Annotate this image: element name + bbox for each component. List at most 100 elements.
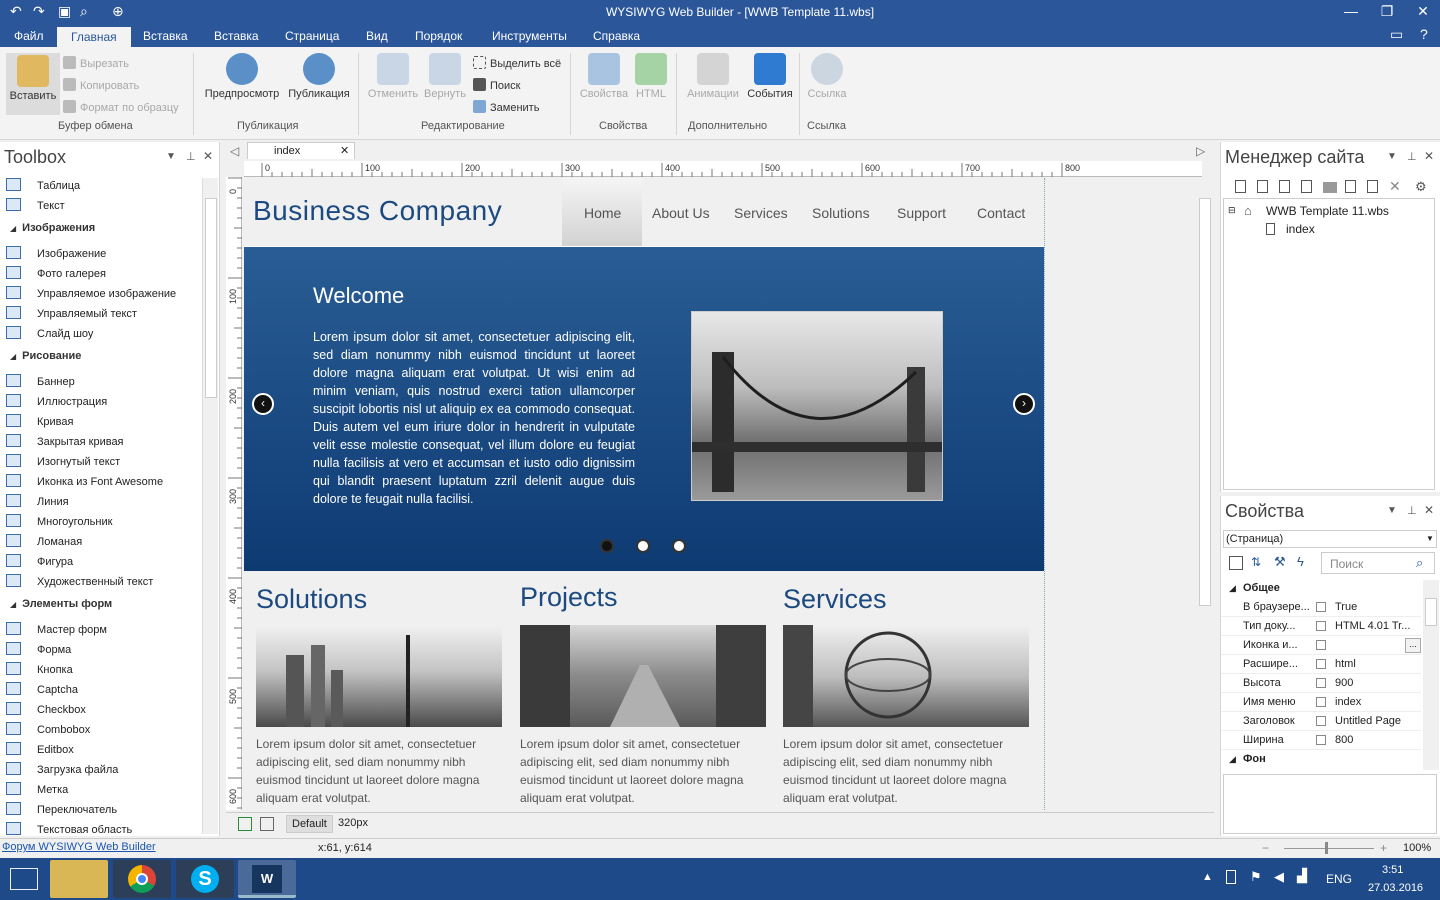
toolbox-category[interactable]: ◢ Рисование [10, 350, 81, 362]
format-painter-button[interactable]: Формат по образцу [63, 100, 179, 114]
slider-next-icon[interactable]: › [1013, 393, 1035, 415]
events-button[interactable]: События [744, 53, 796, 100]
toolbox-item[interactable]: Фигура [6, 554, 73, 568]
flag-icon[interactable]: ⚑ [1250, 869, 1262, 885]
breakpoint-settings-icon[interactable] [260, 817, 274, 831]
toolbox-item[interactable]: Кнопка [6, 662, 73, 676]
tab-scroll-left-icon[interactable]: ◁ [230, 144, 239, 158]
animations-button[interactable]: Анимации [682, 53, 744, 100]
property-toggle-icon[interactable] [1316, 735, 1326, 745]
property-value[interactable]: Untitled Page [1335, 715, 1401, 727]
toolbox-item[interactable]: Форма [6, 642, 71, 656]
select-all-button[interactable]: Выделить всё [473, 56, 561, 70]
minimize-button[interactable]: — [1336, 3, 1366, 19]
tab-insert-2[interactable]: Вставка [214, 29, 259, 43]
property-value[interactable]: html [1335, 658, 1356, 670]
category-collapse-icon[interactable]: ◢ [10, 224, 16, 233]
publish-button[interactable]: Публикация [284, 53, 354, 100]
toolbox-item[interactable]: Checkbox [6, 702, 86, 716]
toolbox-category[interactable]: ◢ Изображения [10, 222, 95, 234]
add-breakpoint-icon[interactable] [238, 817, 252, 831]
property-row[interactable]: Высота 900 [1221, 674, 1421, 693]
breakpoint-default[interactable]: Default [286, 815, 333, 833]
delete-page-icon[interactable]: ✕ [1389, 178, 1401, 195]
replace-button[interactable]: Заменить [473, 100, 539, 114]
toolbox-item[interactable]: Слайд шоу [6, 326, 93, 340]
link-button[interactable]: Ссылка [804, 53, 850, 100]
zoom-slider[interactable] [1284, 848, 1374, 849]
selector-dropdown-icon[interactable]: ▼ [1426, 534, 1434, 543]
toolbox-item[interactable]: Художественный текст [6, 574, 153, 588]
chrome-icon[interactable] [113, 860, 171, 898]
skype-icon[interactable]: S [176, 860, 234, 898]
tab-insert[interactable]: Вставка [143, 29, 188, 43]
start-icon[interactable] [10, 868, 38, 890]
redo-button[interactable]: Вернуть [422, 53, 468, 100]
nav-support[interactable]: Support [897, 205, 946, 221]
clock-date[interactable]: 27.03.2016 [1368, 882, 1423, 894]
toolbox-item[interactable]: Кривая [6, 414, 73, 428]
toolbox-scrollbar[interactable] [202, 178, 218, 834]
property-value[interactable]: 800 [1335, 734, 1353, 746]
toolbox-item[interactable]: Иллюстрация [6, 394, 107, 408]
toolbox-item[interactable]: Переключатель [6, 802, 117, 816]
toolbox-menu-icon[interactable]: ▼ [166, 151, 176, 162]
categorized-icon[interactable] [1229, 556, 1243, 570]
slider-prev-icon[interactable]: ‹ [252, 393, 274, 415]
slider-dot-3[interactable] [672, 539, 686, 553]
property-toggle-icon[interactable] [1316, 697, 1326, 707]
restore-button[interactable]: ❐ [1372, 3, 1402, 20]
tab-scroll-right-icon[interactable]: ▷ [1196, 144, 1205, 158]
category-collapse-icon[interactable]: ◢ [10, 352, 16, 361]
copy-button[interactable]: Копировать [63, 78, 139, 92]
toolbox-category[interactable]: ◢ Элементы форм [10, 598, 112, 610]
events-lightning-icon[interactable]: ϟ [1297, 554, 1304, 569]
icon-browse-button[interactable]: ... [1405, 638, 1421, 653]
toolbox-item[interactable]: Текстовая область [6, 822, 132, 836]
tab-tools[interactable]: Инструменты [492, 29, 567, 43]
preview-button[interactable]: Предпросмотр [200, 53, 284, 100]
editor-vscroll[interactable] [1196, 178, 1214, 810]
nav-contact[interactable]: Contact [977, 205, 1025, 221]
property-toggle-icon[interactable] [1316, 640, 1326, 650]
tab-home[interactable]: Главная [57, 27, 131, 47]
copy-page-icon[interactable] [1367, 180, 1378, 193]
breakpoint-320[interactable]: 320px [338, 817, 368, 829]
object-selector[interactable]: (Страница) ▼ [1223, 530, 1437, 548]
property-row[interactable]: Имя меню index [1221, 693, 1421, 712]
property-row[interactable]: Иконка и... [1221, 636, 1421, 655]
props-pin-icon[interactable]: ⊥ [1407, 504, 1417, 517]
help-icon[interactable]: ? [1420, 26, 1428, 42]
props-search-icon[interactable]: ⌕ [1416, 555, 1423, 571]
network-icon[interactable]: ▟ [1297, 868, 1307, 884]
props-search-input[interactable]: Поиск ⌕ [1321, 552, 1435, 574]
toolbox-item[interactable]: Иконка из Font Awesome [6, 474, 163, 488]
search-button[interactable]: Поиск [473, 78, 520, 92]
site-menu-icon[interactable]: ▼ [1387, 151, 1397, 162]
zoom-in-icon[interactable]: + [1380, 841, 1387, 855]
site-pin-icon[interactable]: ⊥ [1407, 150, 1417, 163]
sort-az-icon[interactable]: ⇅ [1251, 555, 1261, 569]
battery-icon[interactable] [1226, 870, 1236, 884]
tree-page-index[interactable]: index [1286, 222, 1315, 236]
cat-general-collapse-icon[interactable]: ◢ [1229, 583, 1236, 594]
tab-view[interactable]: Вид [366, 29, 388, 43]
toolbox-item[interactable]: Таблица [6, 178, 80, 192]
html-button[interactable]: HTML [632, 53, 670, 100]
toolbox-pin-icon[interactable]: ⊥ [186, 150, 196, 163]
property-value[interactable]: index [1335, 696, 1361, 708]
property-value[interactable]: 900 [1335, 677, 1353, 689]
props-wrench-icon[interactable]: ⚒ [1274, 554, 1286, 570]
toolbox-item[interactable]: Закрытая кривая [6, 434, 124, 448]
property-value[interactable]: HTML 4.01 Tr... [1335, 620, 1410, 632]
toolbox-item[interactable]: Управляемое изображение [6, 286, 176, 300]
site-settings-icon[interactable]: ⚙ [1415, 179, 1427, 195]
explorer-icon[interactable] [50, 860, 108, 898]
property-row[interactable]: В браузере... True [1221, 598, 1421, 617]
property-row[interactable]: Ширина 800 [1221, 731, 1421, 750]
slider-dot-2[interactable] [636, 539, 650, 553]
props-menu-icon[interactable]: ▼ [1387, 505, 1397, 516]
edit-page-icon[interactable] [1345, 180, 1356, 193]
close-window-button[interactable]: ✕ [1408, 3, 1438, 20]
nav-services[interactable]: Services [734, 205, 788, 221]
